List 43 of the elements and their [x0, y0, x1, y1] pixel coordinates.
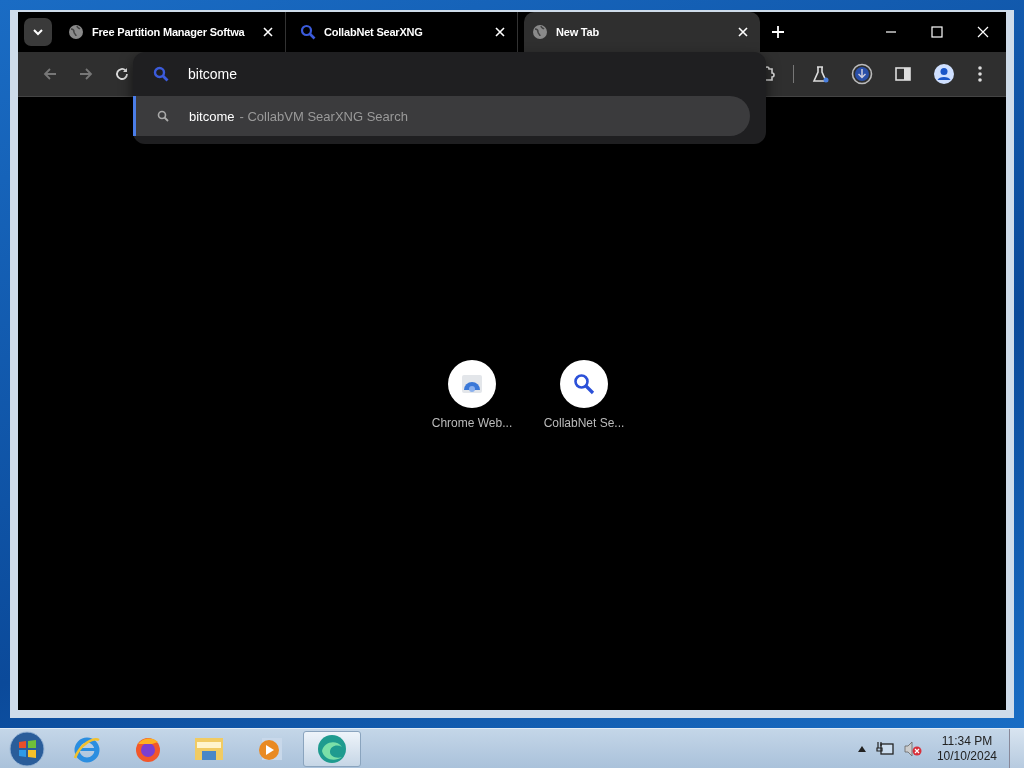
start-button[interactable] — [9, 731, 45, 767]
shortcut-tile[interactable] — [560, 360, 608, 408]
flask-icon[interactable] — [811, 65, 829, 83]
tray-arrow-icon[interactable] — [857, 746, 866, 752]
globe-icon — [68, 24, 84, 40]
caret-icon — [32, 28, 44, 36]
swirl-logo-icon — [316, 733, 348, 765]
suggestion-item[interactable]: bitcome - CollabVM SearXNG Search — [133, 96, 750, 136]
search-icon — [300, 24, 316, 40]
back-icon[interactable] — [43, 67, 57, 81]
reload-icon[interactable] — [115, 67, 129, 81]
globe-icon — [532, 24, 548, 40]
show-desktop-button[interactable] — [1009, 729, 1024, 768]
close-icon[interactable] — [738, 27, 748, 37]
play-icon — [256, 735, 284, 763]
close-icon[interactable] — [977, 26, 989, 38]
download-icon[interactable] — [851, 63, 873, 85]
web-store-icon — [460, 372, 484, 396]
side-panel-icon[interactable] — [895, 66, 911, 82]
forward-icon[interactable] — [79, 67, 93, 81]
search-icon — [572, 372, 596, 396]
network-icon[interactable] — [875, 741, 894, 757]
maximize-icon[interactable] — [931, 26, 943, 38]
search-icon — [157, 110, 169, 122]
taskbar-app[interactable] — [303, 731, 361, 767]
tab-title: New Tab — [556, 26, 600, 38]
search-icon — [153, 66, 169, 82]
shortcut-label: Chrome Web... — [431, 416, 513, 430]
shortcut-tile[interactable] — [448, 360, 496, 408]
tab-title: Free Partition Manager Softwa — [92, 26, 246, 38]
close-icon[interactable] — [263, 27, 273, 37]
clock-date: 10/10/2024 — [936, 749, 997, 764]
tab-search-button[interactable] — [24, 18, 52, 46]
profile-icon[interactable] — [933, 63, 955, 85]
close-icon[interactable] — [495, 27, 505, 37]
tab-title: CollabNet SearXNG — [324, 26, 424, 38]
browser-tab[interactable]: New Tab — [524, 12, 760, 52]
clock-time: 11:34 PM — [941, 734, 993, 749]
menu-icon[interactable] — [977, 65, 983, 83]
new-tab-icon[interactable] — [772, 26, 784, 38]
shortcut-label: CollabNet Se... — [543, 416, 625, 430]
muted-speaker-icon[interactable] — [903, 741, 922, 757]
address-field[interactable]: bitcome — [188, 66, 388, 82]
